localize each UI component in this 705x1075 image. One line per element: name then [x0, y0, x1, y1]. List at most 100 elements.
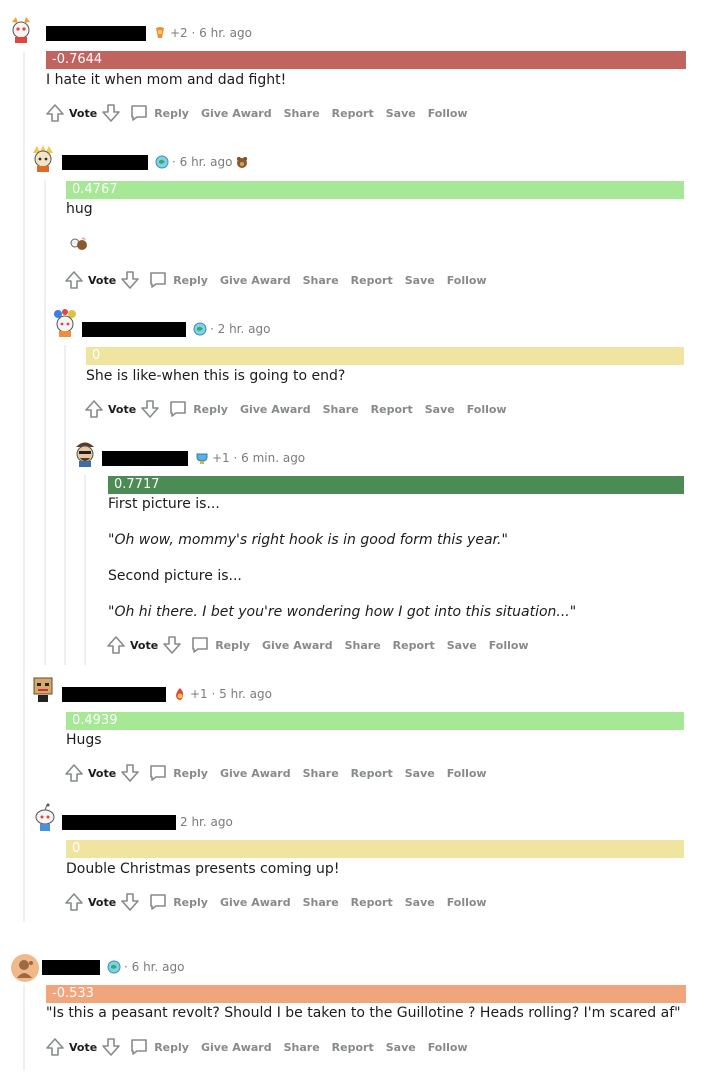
- chat-bubble-icon: [148, 892, 168, 912]
- reply-button[interactable]: Reply: [148, 270, 208, 290]
- follow-button[interactable]: Follow: [447, 896, 487, 909]
- share-button[interactable]: Share: [284, 107, 320, 120]
- comment-actions: Vote Reply Give Award Share Report Save …: [64, 763, 499, 783]
- report-button[interactable]: Report: [332, 107, 374, 120]
- vote-box: Vote: [64, 892, 140, 912]
- upvote-arrow-icon[interactable]: [64, 270, 84, 290]
- chat-bubble-icon: [190, 635, 210, 655]
- upvote-arrow-icon[interactable]: [45, 1037, 65, 1057]
- sentiment-score-bar: 0.7717: [108, 476, 684, 494]
- sentiment-score-bar: -0.533: [46, 985, 686, 1003]
- downvote-arrow-icon[interactable]: [101, 103, 121, 123]
- thread-line[interactable]: [44, 180, 46, 665]
- comment-meta: +1 · 6 min. ago: [102, 449, 305, 467]
- save-button[interactable]: Save: [425, 403, 455, 416]
- downvote-arrow-icon[interactable]: [140, 399, 160, 419]
- reply-button[interactable]: Reply: [168, 399, 228, 419]
- downvote-arrow-icon[interactable]: [120, 270, 140, 290]
- share-button[interactable]: Share: [323, 403, 359, 416]
- avatar[interactable]: [70, 438, 100, 468]
- share-button[interactable]: Share: [303, 896, 339, 909]
- upvote-arrow-icon[interactable]: [64, 763, 84, 783]
- comment-body: First picture is... "Oh wow, mommy's rig…: [108, 494, 678, 638]
- avatar[interactable]: [30, 802, 60, 832]
- share-button[interactable]: Share: [303, 767, 339, 780]
- comment-text: I hate it when mom and dad fight!: [46, 72, 287, 88]
- give-award-button[interactable]: Give Award: [220, 896, 291, 909]
- save-button[interactable]: Save: [405, 767, 435, 780]
- chat-bubble-icon: [148, 270, 168, 290]
- comment-meta: · 6 hr. ago: [62, 153, 252, 171]
- bear-award-icon: [235, 155, 249, 169]
- follow-button[interactable]: Follow: [428, 1041, 468, 1054]
- vote-box: Vote: [64, 270, 140, 290]
- burning-award-icon: [173, 687, 187, 701]
- comment-quote: "Oh hi there. I bet you're wondering how…: [108, 604, 577, 620]
- comment-text: Second picture is...: [108, 568, 242, 584]
- redacted-username: [42, 959, 100, 975]
- share-button[interactable]: Share: [284, 1041, 320, 1054]
- report-button[interactable]: Report: [351, 767, 393, 780]
- comment-actions: Vote Reply Give Award Share Report Save …: [64, 270, 499, 290]
- comment-text: Hugs: [66, 732, 102, 748]
- thread-line[interactable]: [84, 475, 86, 665]
- avatar[interactable]: [10, 953, 40, 983]
- thread-line[interactable]: [64, 345, 66, 665]
- comment-text: She is like-when this is going to end?: [86, 368, 346, 384]
- share-button[interactable]: Share: [303, 274, 339, 287]
- comment-body: hug: [66, 199, 93, 235]
- downvote-arrow-icon[interactable]: [120, 763, 140, 783]
- vote-label: Vote: [88, 766, 117, 780]
- reply-button[interactable]: Reply: [148, 763, 208, 783]
- save-button[interactable]: Save: [405, 896, 435, 909]
- follow-button[interactable]: Follow: [428, 107, 468, 120]
- reply-button[interactable]: Reply: [129, 103, 189, 123]
- report-button[interactable]: Report: [351, 896, 393, 909]
- vote-box: Vote: [106, 635, 182, 655]
- avatar[interactable]: [6, 14, 36, 44]
- reply-button[interactable]: Reply: [148, 892, 208, 912]
- upvote-arrow-icon[interactable]: [45, 103, 65, 123]
- follow-button[interactable]: Follow: [447, 274, 487, 287]
- upvote-arrow-icon[interactable]: [106, 635, 126, 655]
- downvote-arrow-icon[interactable]: [101, 1037, 121, 1057]
- avatar[interactable]: [28, 143, 58, 173]
- sentiment-score-bar: 0.4939: [66, 712, 684, 730]
- downvote-arrow-icon[interactable]: [162, 635, 182, 655]
- report-button[interactable]: Report: [332, 1041, 374, 1054]
- save-button[interactable]: Save: [405, 274, 435, 287]
- follow-button[interactable]: Follow: [467, 403, 507, 416]
- reply-button[interactable]: Reply: [129, 1037, 189, 1057]
- award-icon: [153, 26, 167, 40]
- comment-quote: "Oh wow, mommy's right hook is in good f…: [108, 532, 508, 548]
- avatar[interactable]: [28, 673, 58, 703]
- downvote-arrow-icon[interactable]: [120, 892, 140, 912]
- report-button[interactable]: Report: [393, 639, 435, 652]
- save-button[interactable]: Save: [447, 639, 477, 652]
- thread-line[interactable]: [23, 985, 25, 1070]
- comment-body: She is like-when this is going to end?: [86, 366, 345, 402]
- follow-button[interactable]: Follow: [489, 639, 529, 652]
- save-button[interactable]: Save: [386, 107, 416, 120]
- redacted-username: [62, 154, 148, 170]
- report-button[interactable]: Report: [351, 274, 393, 287]
- thread-line[interactable]: [23, 52, 25, 922]
- comment-body: I hate it when mom and dad fight!: [46, 70, 286, 106]
- give-award-button[interactable]: Give Award: [220, 274, 291, 287]
- give-award-button[interactable]: Give Award: [201, 1041, 272, 1054]
- save-button[interactable]: Save: [386, 1041, 416, 1054]
- share-button[interactable]: Share: [345, 639, 381, 652]
- vote-box: Vote: [45, 103, 121, 123]
- give-award-button[interactable]: Give Award: [240, 403, 311, 416]
- upvote-arrow-icon[interactable]: [84, 399, 104, 419]
- give-award-button[interactable]: Give Award: [220, 767, 291, 780]
- follow-button[interactable]: Follow: [447, 767, 487, 780]
- give-award-button[interactable]: Give Award: [262, 639, 333, 652]
- give-award-button[interactable]: Give Award: [201, 107, 272, 120]
- upvote-arrow-icon[interactable]: [64, 892, 84, 912]
- reply-button[interactable]: Reply: [190, 635, 250, 655]
- redacted-username: [46, 25, 146, 41]
- report-button[interactable]: Report: [371, 403, 413, 416]
- comment-meta: · 2 hr. ago: [82, 320, 270, 338]
- avatar[interactable]: [50, 308, 80, 338]
